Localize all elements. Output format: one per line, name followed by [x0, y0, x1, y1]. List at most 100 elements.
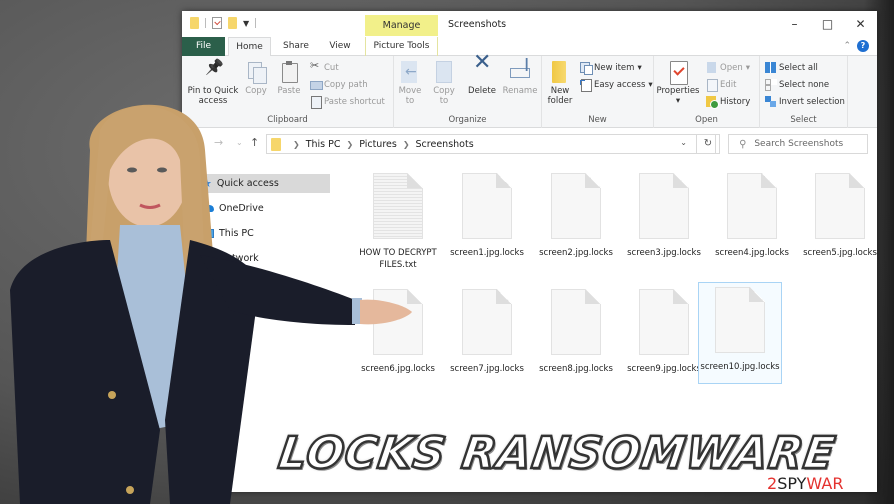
copy-path-label: Copy path	[324, 79, 368, 90]
file-item[interactable]: screen6.jpg.locks	[356, 285, 440, 375]
file-name: screen1.jpg.locks	[450, 248, 524, 258]
search-icon: ⚲	[739, 138, 747, 150]
organize-group: Move to Copy to Delete Rename Organize	[394, 56, 542, 128]
pin-to-quick-access-button[interactable]: Pin to Quick access	[187, 61, 239, 106]
history-button[interactable]: History	[706, 96, 750, 109]
new-folder-button[interactable]: New folder	[546, 61, 574, 106]
window-title: Screenshots	[448, 19, 507, 30]
file-name: screen9.jpg.locks	[627, 364, 701, 374]
file-name: screen6.jpg.locks	[361, 364, 435, 374]
nav-item-this-pc[interactable]: This PC	[182, 224, 330, 243]
organize-group-label: Organize	[448, 115, 487, 125]
tab-view[interactable]: View	[322, 37, 358, 56]
watermark-part: WAR	[806, 474, 844, 493]
file-item[interactable]: screen2.jpg.locks	[534, 169, 618, 259]
new-group-label: New	[588, 115, 607, 125]
nav-item-label: Quick access	[216, 178, 279, 189]
delete-button[interactable]: Delete	[466, 58, 498, 96]
tab-picture-tools[interactable]: Picture Tools	[365, 37, 438, 56]
new-item-label: New item	[594, 62, 635, 73]
copy-path-button[interactable]: Copy path	[310, 79, 368, 90]
help-icon[interactable]: ?	[857, 40, 869, 52]
quick-access-toolbar: ▼	[190, 17, 257, 29]
file-item-selected[interactable]: screen10.jpg.locks	[698, 282, 782, 384]
file-item[interactable]: screen1.jpg.locks	[445, 169, 529, 259]
copy-button[interactable]: Copy	[242, 61, 270, 96]
paste-label: Paste	[277, 86, 301, 96]
file-item[interactable]: screen7.jpg.locks	[445, 285, 529, 375]
breadcrumb-this-pc[interactable]: This PC	[306, 139, 341, 150]
scissors-icon	[310, 59, 321, 73]
customize-toolbar-dropdown-icon[interactable]: ▼	[243, 19, 249, 28]
button	[126, 486, 134, 494]
nav-item-label: Network	[219, 253, 259, 264]
search-placeholder: Search Screenshots	[754, 139, 844, 149]
easy-access-button[interactable]: Easy access ▾	[580, 79, 653, 92]
new-item-icon	[580, 62, 593, 75]
select-none-label: Select none	[779, 79, 830, 90]
paste-button[interactable]: Paste	[275, 61, 303, 96]
up-button[interactable]: ↑	[250, 136, 259, 149]
breadcrumb-separator: ❯	[293, 139, 300, 149]
file-item[interactable]: screen4.jpg.locks	[710, 169, 794, 259]
properties-icon	[667, 61, 689, 85]
open-button[interactable]: Open ▾	[706, 62, 750, 73]
invert-selection-button[interactable]: Invert selection	[765, 96, 845, 107]
paste-shortcut-icon	[310, 96, 322, 109]
close-button[interactable]: ✕	[844, 11, 877, 37]
move-to-icon	[399, 61, 421, 83]
file-item[interactable]: screen5.jpg.locks	[798, 169, 877, 259]
tab-file[interactable]: File	[182, 37, 225, 56]
pin-label: Pin to Quick access	[187, 86, 239, 106]
nav-item-quick-access[interactable]: ★ Quick access	[182, 174, 330, 193]
locked-file-icon	[551, 289, 601, 355]
nav-item-network[interactable]: Network	[182, 249, 330, 268]
locked-file-icon	[727, 173, 777, 239]
dropdown-arrow-icon: ▾	[648, 79, 653, 90]
locked-file-icon	[373, 289, 423, 355]
address-bar[interactable]: ❯ This PC ❯ Pictures ❯ Screenshots ⌄	[266, 134, 716, 154]
select-all-button[interactable]: Select all	[765, 62, 818, 73]
new-folder-label: New folder	[547, 86, 573, 106]
edit-label: Edit	[720, 79, 737, 90]
tab-share[interactable]: Share	[276, 37, 316, 56]
locked-file-icon	[462, 173, 512, 239]
nav-item-onedrive[interactable]: OneDrive	[182, 199, 330, 218]
tab-home[interactable]: Home	[228, 37, 271, 57]
rename-button[interactable]: Rename	[502, 61, 538, 96]
address-dropdown-icon[interactable]: ⌄	[680, 138, 687, 147]
file-name: screen4.jpg.locks	[715, 248, 789, 258]
divider	[255, 18, 257, 28]
select-none-button[interactable]: Select none	[765, 79, 830, 91]
move-to-button[interactable]: Move to	[396, 61, 424, 106]
properties-button[interactable]: Properties ▾	[656, 61, 700, 106]
file-name: screen10.jpg.locks	[700, 362, 780, 372]
tab-manage[interactable]: Manage	[365, 15, 438, 36]
breadcrumb-pictures[interactable]: Pictures	[359, 139, 397, 150]
copy-to-button[interactable]: Copy to	[430, 61, 458, 106]
edit-button[interactable]: Edit	[706, 79, 737, 92]
collapse-ribbon-icon[interactable]: ⌃	[843, 41, 851, 51]
maximize-button[interactable]: □	[811, 11, 844, 37]
file-item[interactable]: screen8.jpg.locks	[534, 285, 618, 375]
file-item[interactable]: screen9.jpg.locks	[622, 285, 706, 375]
forward-button[interactable]: →	[214, 136, 223, 149]
breadcrumb-screenshots[interactable]: Screenshots	[416, 139, 474, 150]
title-bar: ▼ Manage Screenshots – □ ✕	[182, 11, 877, 37]
back-button[interactable]: ←	[192, 136, 201, 149]
search-input[interactable]: ⚲ Search Screenshots	[728, 134, 868, 154]
delete-icon	[471, 58, 493, 83]
new-folder-icon[interactable]	[228, 17, 237, 29]
computer-icon	[202, 229, 214, 238]
file-item[interactable]: HOW TO DECRYPT FILES.txt	[356, 169, 440, 271]
cut-button[interactable]: Cut	[310, 59, 339, 73]
file-item[interactable]: screen3.jpg.locks	[622, 169, 706, 259]
properties-icon[interactable]	[212, 17, 222, 29]
refresh-button[interactable]: ↻	[696, 134, 720, 154]
minimize-button[interactable]: –	[778, 11, 811, 37]
new-item-button[interactable]: New item ▾	[580, 62, 642, 75]
locked-file-icon	[462, 289, 512, 355]
folder-icon[interactable]	[190, 17, 199, 29]
recent-locations-dropdown[interactable]: ⌄	[236, 138, 243, 147]
paste-shortcut-button[interactable]: Paste shortcut	[310, 96, 385, 109]
